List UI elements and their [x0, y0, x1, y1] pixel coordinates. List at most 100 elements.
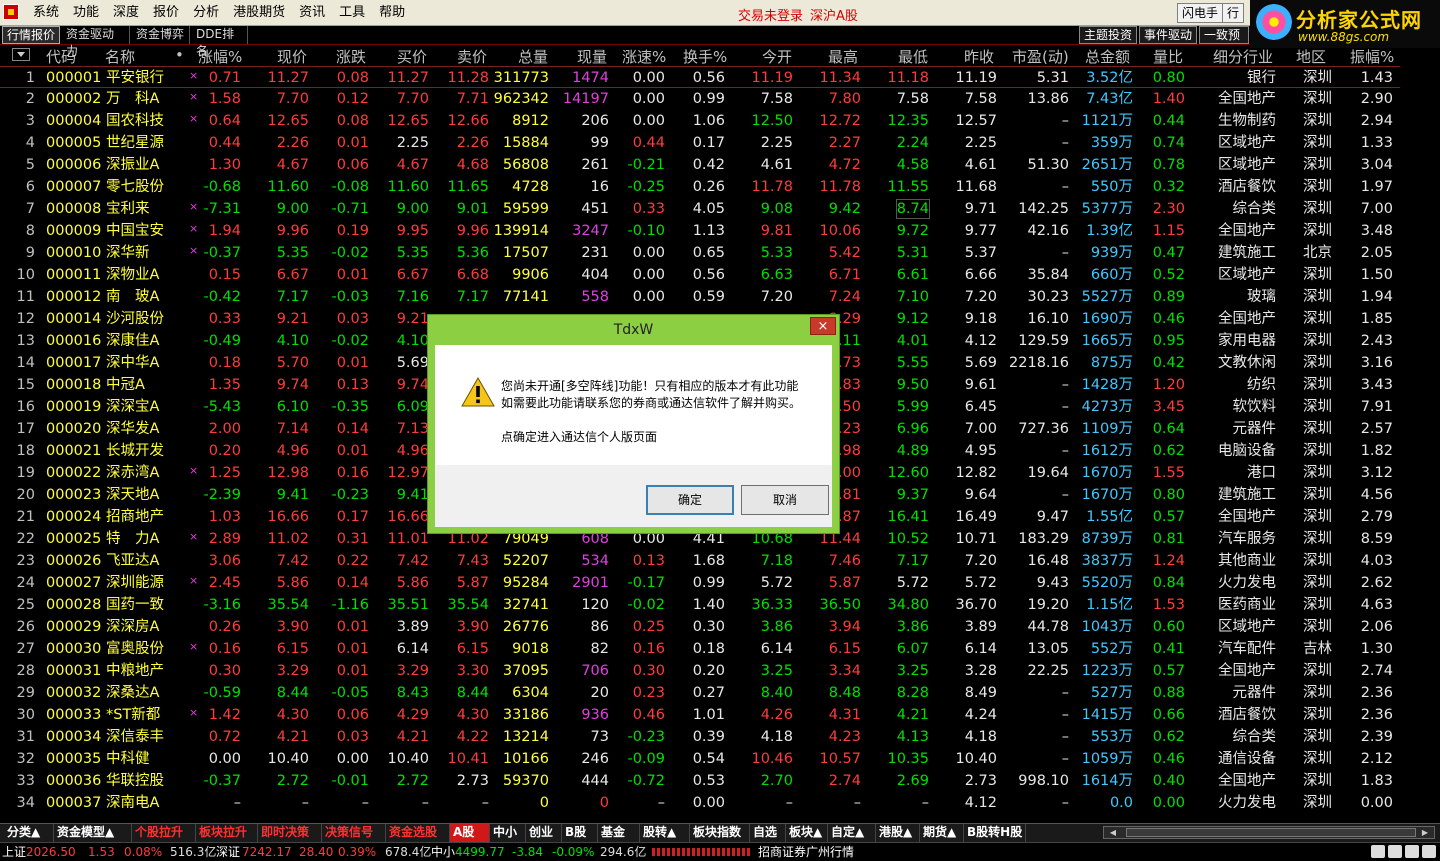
category-tab[interactable]: 决策信号	[322, 824, 386, 842]
category-tab[interactable]: 板块指数	[690, 824, 750, 842]
col-bid[interactable]: 买价	[397, 46, 427, 67]
table-row[interactable]: 27 × 000030 富奥股份 0.16 6.15 0.01 6.14 6.15 9018 82 0…	[0, 638, 1400, 660]
scroll-right-icon[interactable]: ▶	[1418, 828, 1432, 837]
category-tab[interactable]: 个股拉升	[132, 824, 196, 842]
connection-icon[interactable]	[1405, 845, 1419, 858]
market-indicator[interactable]: 深沪A股	[810, 5, 858, 24]
tab-capital-game[interactable]: 资金博弈	[132, 26, 190, 44]
category-tab[interactable]: B股转H股	[964, 824, 1026, 842]
col-amplitude[interactable]: 振幅%	[1350, 46, 1394, 67]
cancel-button[interactable]: 取消	[741, 485, 829, 515]
table-row[interactable]: 33 000036 华联控股 -0.37 2.72 -0.01 2.72 2.73 59370 4…	[0, 770, 1400, 792]
col-price[interactable]: 现价	[277, 46, 307, 67]
table-row[interactable]: 9 × 000010 深华新 -0.37 5.35 -0.02 5.35 5.36 17507 23…	[0, 242, 1400, 264]
category-tab[interactable]: 分类▲	[4, 824, 54, 842]
col-open[interactable]: 今开	[762, 46, 792, 67]
category-tab[interactable]: 基金	[598, 824, 640, 842]
menu-quote[interactable]: 报价	[146, 4, 186, 22]
category-tab[interactable]: 股转▲	[640, 824, 690, 842]
table-row[interactable]: 2 × 000002 万 科A 1.58 7.70 0.12 7.70 7.71 962342 14…	[0, 88, 1400, 110]
dialog-close-button[interactable]: ×	[810, 317, 836, 335]
menu-news[interactable]: 资讯	[292, 4, 332, 22]
category-tab[interactable]: 板块拉升	[196, 824, 258, 842]
broker-server-name[interactable]: 招商证券广州行情	[758, 843, 854, 861]
tab-theme-invest[interactable]: 主题投资	[1079, 26, 1137, 44]
col-low[interactable]: 最低	[898, 46, 928, 67]
bell-icon[interactable]	[1371, 845, 1385, 858]
category-tab[interactable]: 自选	[750, 824, 786, 842]
col-pe[interactable]: 市盈(动)	[1012, 46, 1069, 67]
table-row[interactable]: 6 000007 零七股份 -0.68 11.60 -0.08 11.60 11.65 4728…	[0, 176, 1400, 198]
row-button[interactable]: 行	[1222, 3, 1245, 23]
menu-analysis[interactable]: 分析	[186, 4, 226, 22]
sort-dropdown-icon[interactable]	[12, 48, 30, 61]
table-row[interactable]: 32 000035 中科健 0.00 10.40 0.00 10.40 10.41 10166 2…	[0, 748, 1400, 770]
col-name[interactable]: 名称	[105, 46, 135, 67]
col-change[interactable]: 涨跌	[336, 46, 366, 67]
table-row[interactable]: 24 × 000027 深圳能源 2.45 5.86 0.14 5.86 5.87 95284 29…	[0, 572, 1400, 594]
category-tab[interactable]: 板块▲	[786, 824, 828, 842]
category-tab[interactable]: 自定▲	[828, 824, 876, 842]
col-volume[interactable]: 总量	[518, 46, 548, 67]
table-row[interactable]: 8 × 000009 中国宝安 1.94 9.96 0.19 9.95 9.96 139914 32…	[0, 220, 1400, 242]
col-speed[interactable]: 涨速%	[622, 46, 666, 67]
category-tab[interactable]: 期货▲	[920, 824, 964, 842]
ok-button[interactable]: 确定	[646, 485, 734, 515]
table-row[interactable]: 29 000032 深桑达A -0.59 8.44 -0.05 8.43 8.44 6304 20…	[0, 682, 1400, 704]
scroll-left-icon[interactable]: ◀	[1106, 828, 1120, 837]
table-row[interactable]: 25 000028 国药一致 -3.16 35.54 -1.16 35.51 35.54 327…	[0, 594, 1400, 616]
table-row[interactable]: 5 000006 深振业A 1.30 4.67 0.06 4.67 4.68 56808 261 -…	[0, 154, 1400, 176]
flash-order-button[interactable]: 闪电手	[1177, 3, 1224, 23]
table-row[interactable]: 30 × 000033 *ST新都 1.42 4.30 0.06 4.29 4.30 33186 9…	[0, 704, 1400, 726]
col-vol-ratio[interactable]: 量比	[1153, 46, 1183, 67]
table-row[interactable]: 23 000026 飞亚达A 3.06 7.42 0.22 7.42 7.43 52207 534…	[0, 550, 1400, 572]
lock-icon[interactable]	[1388, 845, 1402, 858]
tab-capital-drive[interactable]: 资金驱动力	[62, 26, 130, 58]
table-row[interactable]: 7 × 000008 宝利来 -7.31 9.00 -0.71 9.00 9.01 59599 45…	[0, 198, 1400, 220]
tab-dde-rank[interactable]: DDE排名	[192, 26, 248, 58]
category-tab[interactable]: 中小	[490, 824, 526, 842]
sh-index-value[interactable]: 2026.50	[26, 843, 76, 861]
category-tab[interactable]: 资金模型▲	[54, 824, 132, 842]
scroll-thumb[interactable]	[1126, 828, 1416, 837]
table-row[interactable]: 4 000005 世纪星源 0.44 2.26 0.01 2.25 2.26 15884 99 0.…	[0, 132, 1400, 154]
table-row[interactable]: 34 000037 深南电A – – – – – 0 0 – 0.00 – – – 4.12 – 0.0 0.00 火…	[0, 792, 1400, 814]
sz-index-value[interactable]: 7242.17	[242, 843, 292, 861]
category-tab[interactable]: 资金选股	[386, 824, 450, 842]
col-cur-volume[interactable]: 现量	[577, 46, 607, 67]
category-tab[interactable]: 创业	[526, 824, 562, 842]
col-high[interactable]: 最高	[828, 46, 858, 67]
menu-tools[interactable]: 工具	[332, 4, 372, 22]
menu-system[interactable]: 系统	[26, 4, 66, 22]
col-ask[interactable]: 卖价	[457, 46, 487, 67]
menu-depth[interactable]: 深度	[106, 4, 146, 22]
app-icon[interactable]	[3, 4, 19, 20]
category-tab[interactable]: 即时决策	[258, 824, 322, 842]
table-row[interactable]: 1 × 000001 平安银行 0.71 11.27 0.08 11.27 11.28 31177…	[0, 66, 1400, 88]
table-row[interactable]: 11 000012 南 玻A -0.42 7.17 -0.03 7.16 7.17 77141 5…	[0, 286, 1400, 308]
menu-function[interactable]: 功能	[66, 4, 106, 22]
col-region[interactable]: 地区	[1296, 46, 1326, 67]
category-tab[interactable]: A股	[450, 824, 490, 842]
col-turnover[interactable]: 换手%	[683, 46, 727, 67]
tab-consensus[interactable]: 一致预	[1199, 26, 1249, 44]
col-change-pct[interactable]: 涨幅%	[198, 46, 242, 67]
table-row[interactable]: 31 000034 深信泰丰 0.72 4.21 0.03 4.21 4.22 13214 73 -…	[0, 726, 1400, 748]
col-prev-close[interactable]: 昨收	[964, 46, 994, 67]
table-row[interactable]: 28 000031 中粮地产 0.30 3.29 0.01 3.29 3.30 37095 706…	[0, 660, 1400, 682]
menu-help[interactable]: 帮助	[372, 4, 412, 22]
zx-index-value[interactable]: 4499.77	[455, 843, 505, 861]
col-industry[interactable]: 细分行业	[1213, 46, 1273, 67]
table-row[interactable]: 10 000011 深物业A 0.15 6.67 0.01 6.67 6.68 9906 404 0…	[0, 264, 1400, 286]
tab-event-drive[interactable]: 事件驱动	[1139, 26, 1197, 44]
tab-quotes[interactable]: 行情报价	[2, 26, 60, 44]
horizontal-scrollbar[interactable]: ◀ ▶	[1103, 826, 1435, 839]
table-row[interactable]: 3 × 000004 国农科技 0.64 12.65 0.08 12.65 12.66 8912 2…	[0, 110, 1400, 132]
table-row[interactable]: 26 000029 深深房A 0.26 3.90 0.01 3.89 3.90 26776 86 0…	[0, 616, 1400, 638]
col-code[interactable]: 代码	[46, 46, 76, 67]
category-tab[interactable]: B股	[562, 824, 598, 842]
col-amount[interactable]: 总金额	[1085, 46, 1130, 67]
trade-login-status[interactable]: 交易未登录	[738, 5, 803, 24]
menu-hk-futures[interactable]: 港股期货	[226, 4, 292, 22]
settings-icon[interactable]	[1422, 845, 1436, 858]
